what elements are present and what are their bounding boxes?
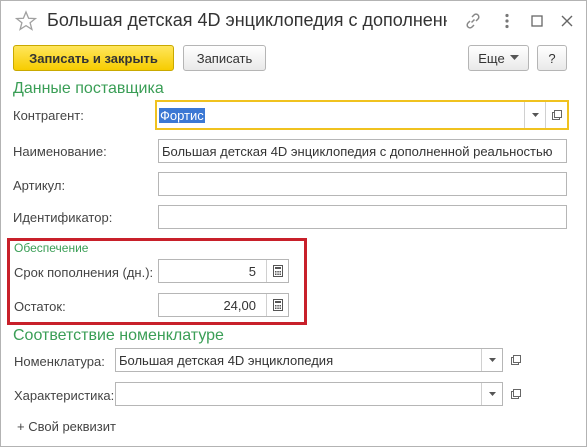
save-and-close-button[interactable]: Записать и закрыть (13, 45, 174, 71)
chevron-down-icon (488, 392, 496, 396)
nomenclature-section-title: Соответствие номенклатуре (13, 327, 224, 344)
lead-time-label: Срок пополнения (дн.): (14, 265, 154, 280)
name-label: Наименование: (13, 144, 107, 159)
provision-group-title: Обеспечение (14, 241, 89, 255)
article-field[interactable] (158, 172, 567, 196)
favorite-star-icon[interactable] (15, 10, 37, 32)
more-menu-button[interactable]: Еще (468, 45, 529, 71)
name-value: Большая детская 4D энциклопедия с дополн… (162, 144, 553, 159)
title-bar: Большая детская 4D энциклопедия с дополн… (1, 1, 586, 41)
chevron-down-icon (531, 113, 539, 117)
identifier-label: Идентификатор: (13, 210, 113, 225)
lead-time-field[interactable]: 5 (158, 259, 289, 283)
link-icon[interactable] (464, 12, 482, 30)
supplier-section-title: Данные поставщика (13, 80, 164, 97)
remainder-field[interactable]: 24,00 (158, 293, 289, 317)
maximize-icon[interactable] (528, 12, 546, 30)
counterparty-dropdown-button[interactable] (524, 102, 545, 128)
help-button[interactable]: ? (537, 45, 567, 71)
form-window: Большая детская 4D энциклопедия с дополн… (0, 0, 587, 447)
chevron-down-icon (488, 358, 496, 362)
characteristic-label: Характеристика: (14, 388, 115, 403)
remainder-value: 24,00 (223, 298, 256, 313)
counterparty-open-button[interactable] (545, 102, 567, 128)
counterparty-value: Фортис (159, 108, 205, 123)
lead-time-calculator-button[interactable] (266, 260, 288, 282)
name-field[interactable]: Большая детская 4D энциклопедия с дополн… (158, 139, 567, 163)
open-form-icon (511, 389, 521, 399)
identifier-field[interactable] (158, 205, 567, 229)
open-form-icon (511, 355, 521, 365)
characteristic-dropdown-button[interactable] (481, 383, 502, 405)
counterparty-field[interactable]: Фортис (155, 100, 569, 130)
nomenclature-field[interactable]: Большая детская 4D энциклопедия (115, 348, 503, 372)
save-button[interactable]: Записать (183, 45, 266, 71)
remainder-label: Остаток: (14, 299, 66, 314)
nomenclature-dropdown-button[interactable] (481, 349, 502, 371)
add-custom-attribute-link[interactable]: + Свой реквизит (17, 419, 116, 434)
characteristic-field[interactable] (115, 382, 503, 406)
lead-time-value: 5 (248, 264, 256, 279)
more-options-icon[interactable] (498, 12, 516, 30)
counterparty-label: Контрагент: (13, 108, 84, 123)
nomenclature-label: Номенклатура: (14, 354, 105, 369)
more-menu-label: Еще (478, 50, 505, 66)
close-icon[interactable] (558, 12, 576, 30)
calculator-icon (272, 299, 283, 311)
remainder-calculator-button[interactable] (266, 294, 288, 316)
window-title: Большая детская 4D энциклопедия с дополн… (47, 10, 447, 30)
characteristic-open-button[interactable] (506, 382, 526, 406)
nomenclature-value: Большая детская 4D энциклопедия (119, 353, 334, 368)
open-form-icon (551, 110, 562, 120)
nomenclature-open-button[interactable] (506, 348, 526, 372)
chevron-down-icon (509, 55, 519, 60)
calculator-icon (272, 265, 283, 277)
article-label: Артикул: (13, 178, 66, 193)
